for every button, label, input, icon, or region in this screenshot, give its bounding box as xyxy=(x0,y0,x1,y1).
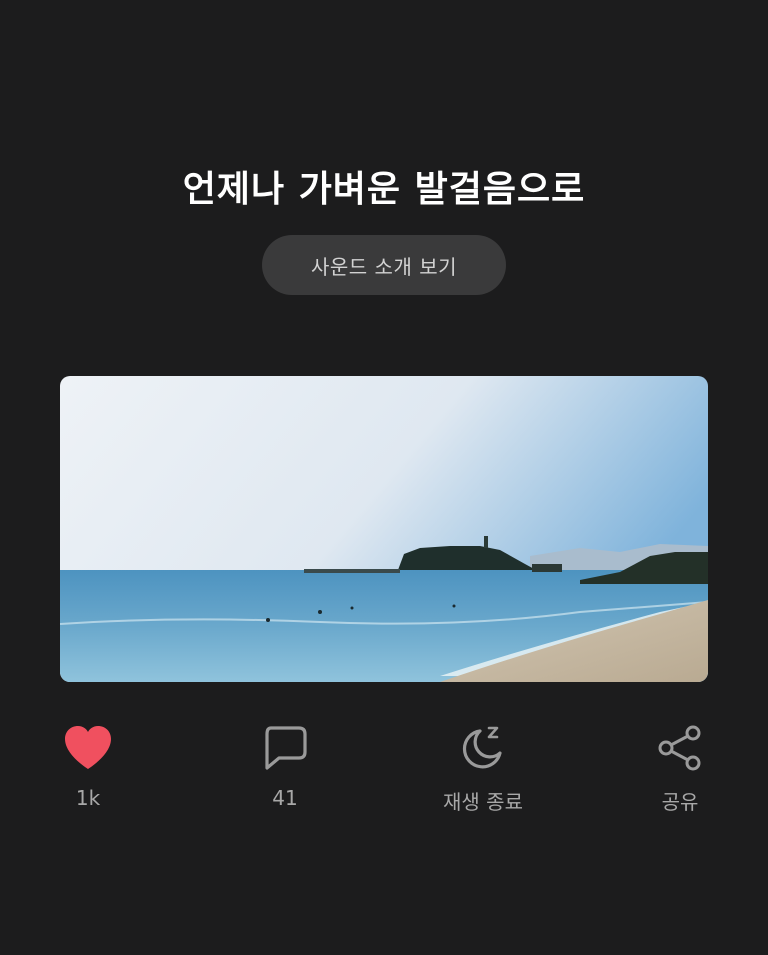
share-label: 공유 xyxy=(661,790,699,814)
sound-intro-button[interactable]: 사운드 소개 보기 xyxy=(262,235,506,295)
like-count: 1k xyxy=(75,786,101,810)
comment-count: 41 xyxy=(272,786,298,810)
sleep-timer-action[interactable]: 재생 종료 xyxy=(423,722,543,815)
comment-icon[interactable] xyxy=(259,722,311,774)
share-icon[interactable] xyxy=(654,722,706,774)
moon-sleep-icon[interactable] xyxy=(457,722,509,774)
like-action[interactable]: 1k xyxy=(28,722,148,810)
page-title: 언제나 가벼운 발걸음으로 xyxy=(182,169,586,210)
share-action[interactable]: 공유 xyxy=(620,722,740,815)
heart-icon[interactable] xyxy=(62,722,114,774)
sleep-timer-label: 재생 종료 xyxy=(443,790,523,814)
comment-action[interactable]: 41 xyxy=(225,722,345,810)
cover-image xyxy=(60,376,708,682)
